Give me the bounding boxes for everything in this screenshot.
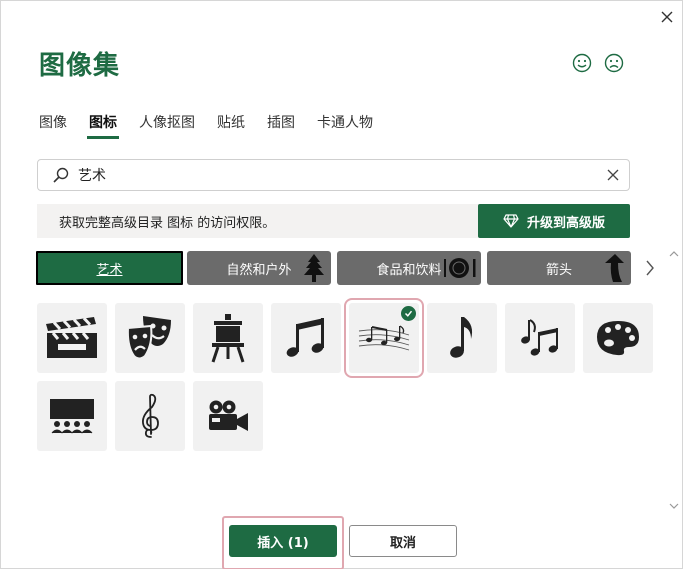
icon-tile-paint-palette[interactable] <box>583 303 653 373</box>
icon-tile-sheet-music[interactable] <box>344 298 424 378</box>
icon-tile-clapperboard[interactable] <box>37 303 107 373</box>
selected-check-badge <box>401 306 416 321</box>
dialog-title: 图像集 <box>39 51 121 81</box>
sheet-music-icon <box>358 325 410 351</box>
category-art[interactable]: 艺术 <box>36 251 183 285</box>
smile-feedback-button[interactable] <box>572 53 592 73</box>
clapperboard-icon <box>46 317 97 358</box>
category-food-drink[interactable]: 食品和饮料 <box>337 251 481 285</box>
tab-bar: 图像 图标 人像抠图 贴纸 插图 卡通人物 <box>37 109 393 141</box>
movie-camera-icon <box>209 400 248 431</box>
chevron-right-icon <box>646 260 654 276</box>
search-icon <box>53 167 69 183</box>
multiple-notes-icon <box>521 319 558 356</box>
close-button[interactable] <box>656 6 678 28</box>
scroll-down-icon[interactable] <box>669 501 679 511</box>
music-notes-icon <box>286 318 324 357</box>
icon-tile-multiple-notes[interactable] <box>505 303 575 373</box>
category-label: 箭头 <box>545 262 572 278</box>
search-box <box>37 159 630 191</box>
icon-gallery-dialog: 图像集 图像 图标 人像抠图 贴纸 插图 卡通人物 艺术 获取完整高级目录 图标… <box>0 0 683 569</box>
tab-images[interactable]: 图像 <box>37 109 69 139</box>
cancel-button[interactable]: 取消 <box>349 525 457 557</box>
curved-arrow-icon <box>605 254 624 282</box>
easel-icon <box>211 314 245 363</box>
category-label: 艺术 <box>96 262 123 278</box>
icon-tile-eighth-note[interactable] <box>427 303 497 373</box>
frown-feedback-button[interactable] <box>604 53 624 73</box>
upgrade-banner: 获取完整高级目录 图标 的访问权限。 升级到高级版 <box>37 204 630 238</box>
clear-search-button[interactable] <box>597 160 629 190</box>
close-icon <box>661 11 673 23</box>
theater-masks-icon <box>126 316 171 360</box>
treble-clef-icon <box>142 393 159 438</box>
scroll-up-icon[interactable] <box>669 249 679 259</box>
grid-scrollbar[interactable] <box>667 249 681 511</box>
icon-tile-treble-clef[interactable] <box>115 381 185 451</box>
categories-next-button[interactable] <box>641 255 659 281</box>
category-label: 自然和户外 <box>226 262 292 278</box>
eighth-note-icon <box>450 317 473 358</box>
search-input[interactable] <box>70 161 597 189</box>
tab-cartoon-people[interactable]: 卡通人物 <box>315 109 375 139</box>
insert-button[interactable]: 插入 (1) <box>229 525 337 557</box>
tree-icon <box>304 254 324 282</box>
category-arrows[interactable]: 箭头 <box>487 251 631 285</box>
tab-cutout-people[interactable]: 人像抠图 <box>137 109 197 139</box>
tab-illustrations[interactable]: 插图 <box>265 109 297 139</box>
icon-tile-cinema-audience[interactable] <box>37 381 107 451</box>
upgrade-button[interactable]: 升级到高级版 <box>478 204 630 238</box>
paint-palette-icon <box>597 321 639 356</box>
frown-icon <box>604 53 624 73</box>
icon-tile-movie-camera[interactable] <box>193 381 263 451</box>
cinema-audience-icon <box>50 399 94 434</box>
checkmark-icon <box>404 310 413 317</box>
upgrade-button-label: 升级到高级版 <box>526 215 605 231</box>
dining-icon <box>444 258 476 278</box>
tab-stickers[interactable]: 贴纸 <box>215 109 247 139</box>
icon-tile-theater-masks[interactable] <box>115 303 185 373</box>
category-nature-outdoors[interactable]: 自然和户外 <box>187 251 331 285</box>
icon-tile-easel[interactable] <box>193 303 263 373</box>
category-label: 食品和饮料 <box>376 262 442 278</box>
icon-tile-music-notes[interactable] <box>271 303 341 373</box>
close-icon <box>607 169 619 181</box>
tab-icons[interactable]: 图标 <box>87 109 119 139</box>
diamond-icon <box>503 214 519 228</box>
smile-icon <box>572 53 592 73</box>
upgrade-message: 获取完整高级目录 图标 的访问权限。 <box>59 215 276 231</box>
